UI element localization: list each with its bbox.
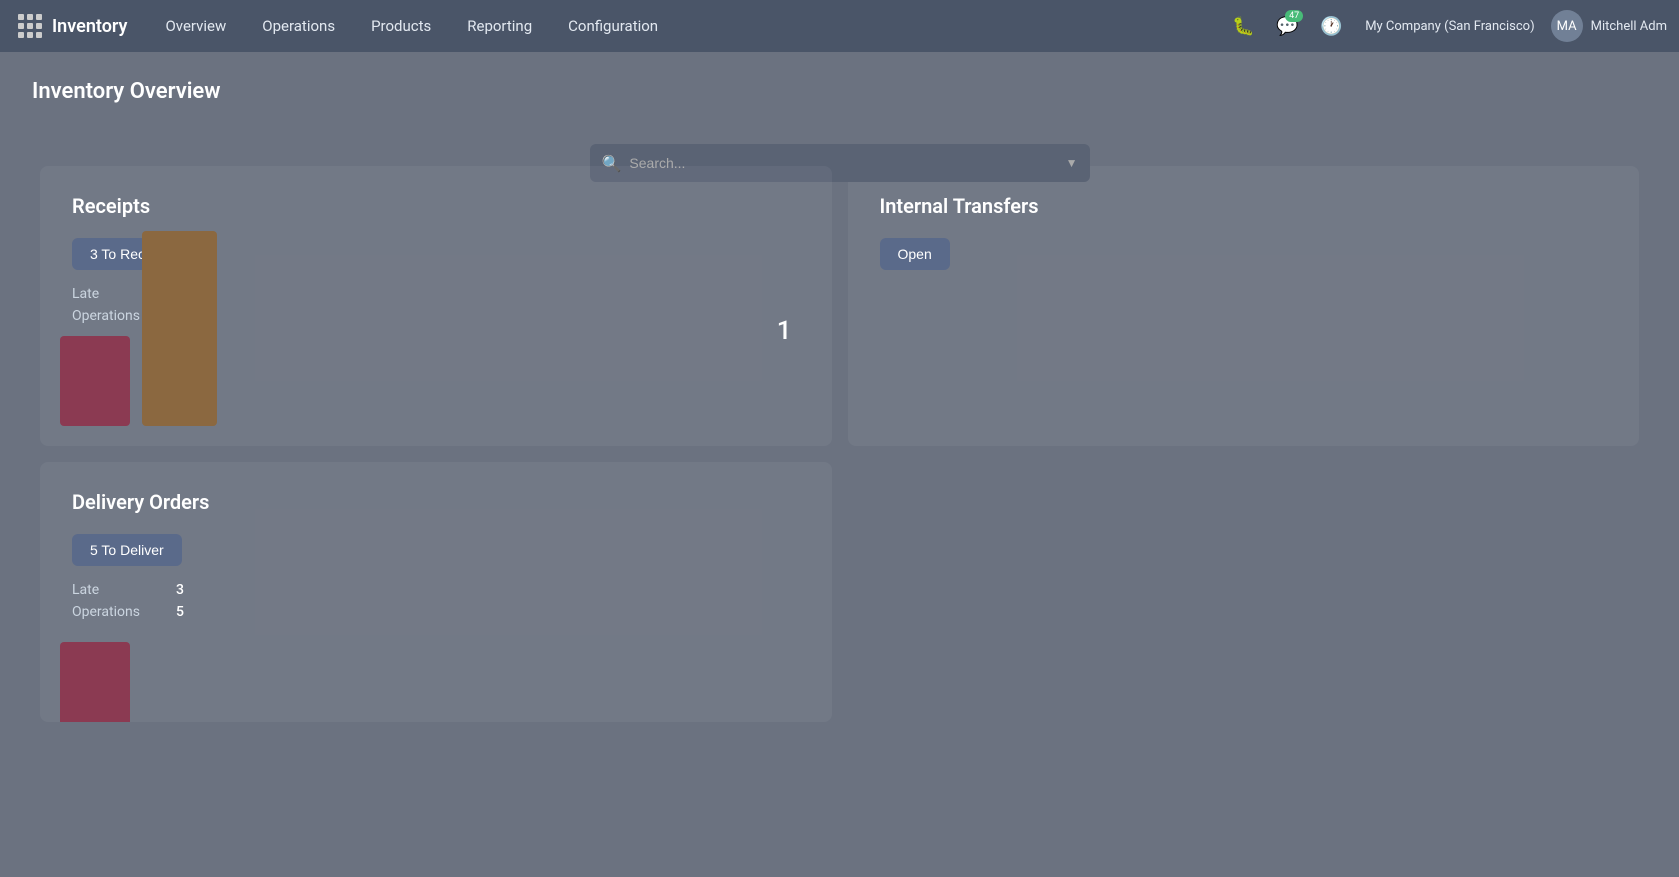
thumbnail-red <box>60 336 130 426</box>
messages-badge: 47 <box>1285 10 1303 22</box>
receipts-chart-number: 1 <box>777 316 792 346</box>
messages-icon[interactable]: 💬 47 <box>1269 8 1305 44</box>
nav-item-overview[interactable]: Overview <box>147 0 244 52</box>
internal-transfers-button[interactable]: Open <box>880 238 950 270</box>
nav-item-configuration[interactable]: Configuration <box>550 0 676 52</box>
thumbnail-brown <box>142 231 217 426</box>
company-selector[interactable]: My Company (San Francisco) <box>1357 19 1542 34</box>
delivery-late-value: 3 <box>176 582 184 598</box>
app-brand: Inventory <box>52 16 127 37</box>
delivery-ops-row: Operations 5 <box>72 604 800 620</box>
apps-menu-button[interactable] <box>12 8 48 44</box>
page-content: Inventory Overview 🔍 ▼ Receipts 3 To Rec… <box>0 52 1679 754</box>
user-avatar[interactable]: MA <box>1551 10 1583 42</box>
delivery-orders-card: Delivery Orders 5 To Deliver Late 3 Oper… <box>40 462 832 722</box>
internal-transfers-card: Internal Transfers Open <box>848 166 1640 446</box>
nav-item-reporting[interactable]: Reporting <box>449 0 550 52</box>
delivery-thumbnail-red <box>60 642 130 722</box>
receipts-thumbnails <box>60 231 217 426</box>
bug-report-icon[interactable]: 🐛 <box>1225 8 1261 44</box>
topnav-right-area: 🐛 💬 47 🕐 My Company (San Francisco) MA M… <box>1225 8 1667 44</box>
empty-quadrant <box>840 454 1648 730</box>
delivery-orders-button[interactable]: 5 To Deliver <box>72 534 182 566</box>
clock-icon[interactable]: 🕐 <box>1313 8 1349 44</box>
delivery-stats: Late 3 Operations 5 <box>72 582 800 620</box>
apps-grid-icon <box>18 14 42 38</box>
delivery-ops-value: 5 <box>176 604 184 620</box>
search-dropdown-icon[interactable]: ▼ <box>1066 156 1078 170</box>
cards-grid: Receipts 3 To Receive Late 1 Operations … <box>32 158 1647 730</box>
page-header: Inventory Overview 🔍 ▼ <box>32 76 1647 126</box>
top-navigation: Inventory Overview Operations Products R… <box>0 0 1679 52</box>
delivery-late-row: Late 3 <box>72 582 800 598</box>
company-name: My Company (San Francisco) <box>1365 19 1534 34</box>
delivery-ops-label: Operations <box>72 604 152 620</box>
delivery-orders-title: Delivery Orders <box>72 490 800 514</box>
receipts-card: Receipts 3 To Receive Late 1 Operations … <box>40 166 832 446</box>
internal-transfers-title: Internal Transfers <box>880 194 1608 218</box>
nav-item-operations[interactable]: Operations <box>244 0 353 52</box>
nav-item-products[interactable]: Products <box>353 0 449 52</box>
receipts-title: Receipts <box>72 194 800 218</box>
delivery-thumbnails <box>60 642 130 722</box>
page-title: Inventory Overview <box>32 79 221 104</box>
delivery-late-label: Late <box>72 582 152 598</box>
user-menu[interactable]: Mitchell Adm <box>1591 19 1667 34</box>
nav-items: Overview Operations Products Reporting C… <box>147 0 1225 52</box>
user-name: Mitchell Adm <box>1591 19 1667 34</box>
